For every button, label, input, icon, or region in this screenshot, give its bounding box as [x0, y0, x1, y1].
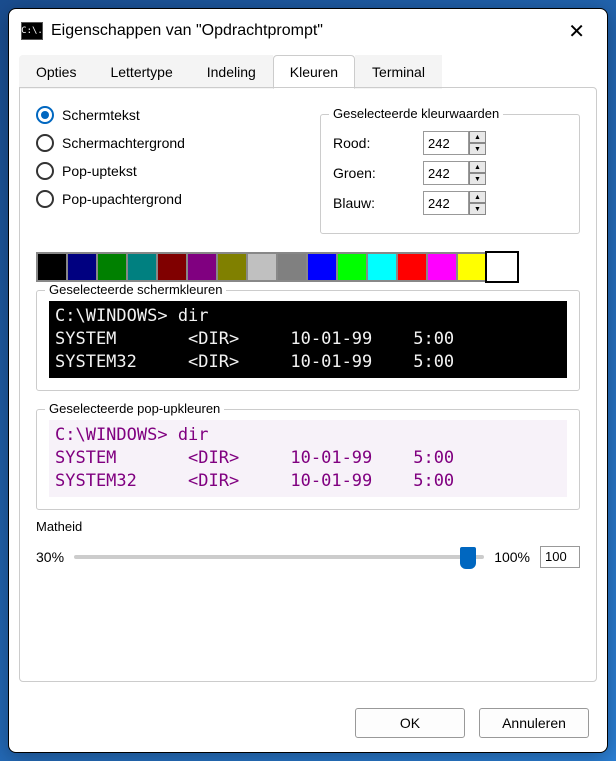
- rgb-row-2: Blauw:▲▼: [333, 191, 567, 215]
- dialog-buttons: OK Annuleren: [355, 708, 589, 738]
- screen-preview-label: Geselecteerde schermkleuren: [45, 282, 226, 297]
- radio-0[interactable]: Schermtekst: [36, 106, 300, 124]
- swatch-0[interactable]: [37, 253, 67, 281]
- radio-label: Schermtekst: [62, 107, 140, 123]
- swatch-15[interactable]: [485, 251, 519, 283]
- rgb-label: Rood:: [333, 135, 423, 151]
- screen-preview: C:\WINDOWS> dir SYSTEM <DIR> 10-01-99 5:…: [49, 301, 567, 378]
- swatch-4[interactable]: [157, 253, 187, 281]
- color-palette: [36, 252, 518, 282]
- tab-indeling[interactable]: Indeling: [190, 55, 273, 89]
- popup-preview-group: Geselecteerde pop-upkleuren C:\WINDOWS> …: [36, 409, 580, 510]
- cmd-icon: C:\.: [21, 22, 43, 40]
- radio-circle-icon: [36, 134, 54, 152]
- swatch-6[interactable]: [217, 253, 247, 281]
- window-title: Eigenschappen van "Opdrachtprompt": [51, 22, 558, 40]
- rgb-spinner: ▲▼: [423, 161, 486, 185]
- tab-opties[interactable]: Opties: [19, 55, 93, 89]
- opacity-min-label: 30%: [36, 549, 64, 565]
- radio-1[interactable]: Schermachtergrond: [36, 134, 300, 152]
- radio-label: Schermachtergrond: [62, 135, 185, 151]
- spin-down-icon[interactable]: ▼: [469, 203, 486, 215]
- rgb-row-0: Rood:▲▼: [333, 131, 567, 155]
- titlebar: C:\. Eigenschappen van "Opdrachtprompt" …: [9, 9, 607, 53]
- tab-strip: OptiesLettertypeIndelingKleurenTerminal: [19, 55, 597, 89]
- swatch-2[interactable]: [97, 253, 127, 281]
- swatch-13[interactable]: [427, 253, 457, 281]
- swatch-11[interactable]: [367, 253, 397, 281]
- spin-down-icon[interactable]: ▼: [469, 173, 486, 185]
- rgb-row-1: Groen:▲▼: [333, 161, 567, 185]
- radio-label: Pop-uptekst: [62, 163, 137, 179]
- opacity-max-label: 100%: [494, 549, 530, 565]
- tab-terminal[interactable]: Terminal: [355, 55, 442, 89]
- swatch-12[interactable]: [397, 253, 427, 281]
- swatch-5[interactable]: [187, 253, 217, 281]
- swatch-7[interactable]: [247, 253, 277, 281]
- rgb-input[interactable]: [423, 191, 469, 215]
- opacity-value-input[interactable]: [540, 546, 580, 568]
- popup-preview-label: Geselecteerde pop-upkleuren: [45, 401, 224, 416]
- colors-panel: Schermtekst Schermachtergrond Pop-uptekst P…: [19, 87, 597, 682]
- opacity-label: Matheid: [36, 519, 86, 534]
- radio-label: Pop-upachtergrond: [62, 191, 182, 207]
- radio-3[interactable]: Pop-upachtergrond: [36, 190, 300, 208]
- rgb-spinner: ▲▼: [423, 191, 486, 215]
- swatch-1[interactable]: [67, 253, 97, 281]
- rgb-spinner: ▲▼: [423, 131, 486, 155]
- swatch-10[interactable]: [337, 253, 367, 281]
- color-target-radios: Schermtekst Schermachtergrond Pop-uptekst P…: [36, 106, 300, 234]
- rgb-label: Groen:: [333, 165, 423, 181]
- opacity-slider[interactable]: [74, 555, 484, 559]
- tab-lettertype[interactable]: Lettertype: [93, 55, 189, 89]
- radio-circle-icon: [36, 106, 54, 124]
- swatch-9[interactable]: [307, 253, 337, 281]
- tab-kleuren[interactable]: Kleuren: [273, 55, 355, 89]
- screen-preview-group: Geselecteerde schermkleuren C:\WINDOWS> …: [36, 290, 580, 391]
- radio-2[interactable]: Pop-uptekst: [36, 162, 300, 180]
- close-icon[interactable]: ✕: [558, 15, 595, 48]
- spin-up-icon[interactable]: ▲: [469, 191, 486, 203]
- rgb-input[interactable]: [423, 131, 469, 155]
- popup-preview: C:\WINDOWS> dir SYSTEM <DIR> 10-01-99 5:…: [49, 420, 567, 497]
- rgb-label: Blauw:: [333, 195, 423, 211]
- swatch-8[interactable]: [277, 253, 307, 281]
- spin-up-icon[interactable]: ▲: [469, 131, 486, 143]
- spin-down-icon[interactable]: ▼: [469, 143, 486, 155]
- swatch-3[interactable]: [127, 253, 157, 281]
- cancel-button[interactable]: Annuleren: [479, 708, 589, 738]
- rgb-group-label: Geselecteerde kleurwaarden: [329, 106, 503, 121]
- ok-button[interactable]: OK: [355, 708, 465, 738]
- rgb-input[interactable]: [423, 161, 469, 185]
- radio-circle-icon: [36, 190, 54, 208]
- spin-up-icon[interactable]: ▲: [469, 161, 486, 173]
- radio-circle-icon: [36, 162, 54, 180]
- rgb-group: Geselecteerde kleurwaarden Rood:▲▼Groen:…: [320, 114, 580, 234]
- properties-dialog: C:\. Eigenschappen van "Opdrachtprompt" …: [8, 8, 608, 753]
- opacity-group: Matheid 30% 100%: [36, 528, 580, 572]
- swatch-14[interactable]: [457, 253, 487, 281]
- opacity-thumb[interactable]: [460, 547, 476, 569]
